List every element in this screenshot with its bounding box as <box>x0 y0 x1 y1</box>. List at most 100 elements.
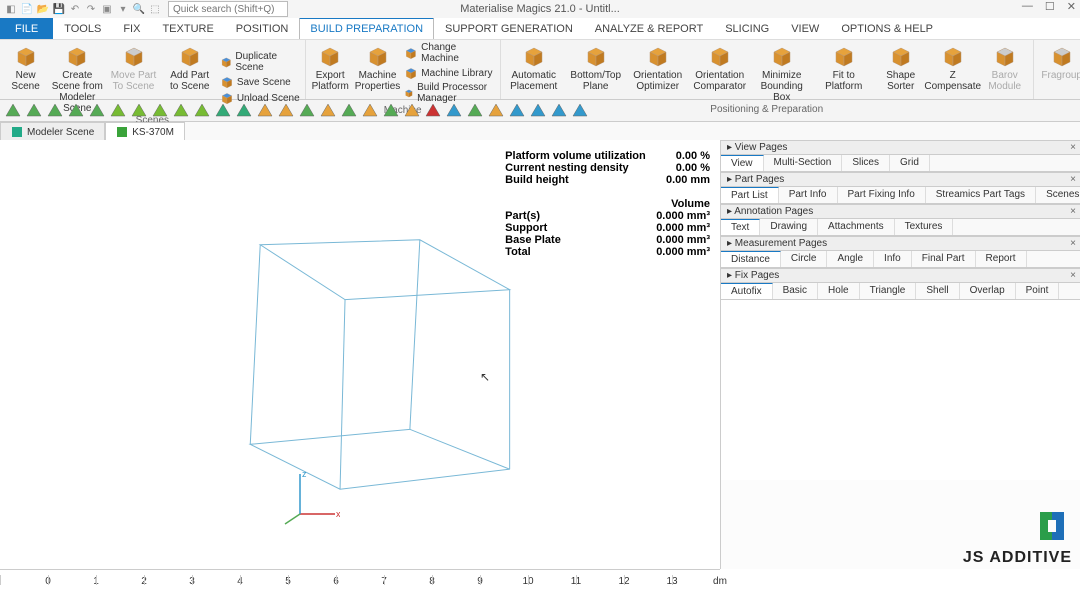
side-tab-part-info[interactable]: Part Info <box>779 187 838 203</box>
section-close-icon[interactable]: × <box>1070 238 1076 249</box>
toolbar-icon-24[interactable] <box>508 102 526 120</box>
menu-tab-slicing[interactable]: SLICING <box>714 18 780 39</box>
menu-tab-view[interactable]: VIEW <box>780 18 830 39</box>
orientation-optimizer-button[interactable]: OrientationOptimizer <box>629 42 687 103</box>
toolbar-icon-21[interactable] <box>445 102 463 120</box>
side-tab-textures[interactable]: Textures <box>895 219 954 235</box>
shape-sorter-button[interactable]: ShapeSorter <box>877 42 925 103</box>
side-tab-shell[interactable]: Shell <box>916 283 959 299</box>
toolbar-icon-17[interactable] <box>361 102 379 120</box>
quick-search-input[interactable] <box>168 1 288 17</box>
qa-redo-icon[interactable]: ↷ <box>84 2 98 16</box>
scene-tab-ks-370m[interactable]: KS-370M <box>105 122 185 141</box>
toolbar-icon-5[interactable] <box>109 102 127 120</box>
qa-save-icon[interactable]: 💾 <box>52 2 66 16</box>
side-tab-streamics-part-tags[interactable]: Streamics Part Tags <box>926 187 1036 203</box>
change-machine-button[interactable]: Change Machine <box>404 42 495 64</box>
toolbar-icon-9[interactable] <box>193 102 211 120</box>
toolbar-icon-25[interactable] <box>529 102 547 120</box>
z-compensate-button[interactable]: Z Compensate <box>929 42 977 103</box>
minimize-button[interactable]: — <box>1022 0 1033 13</box>
toolbar-icon-0[interactable] <box>4 102 22 120</box>
toolbar-icon-11[interactable] <box>235 102 253 120</box>
toolbar-icon-14[interactable] <box>298 102 316 120</box>
toolbar-icon-16[interactable] <box>340 102 358 120</box>
toolbar-icon-27[interactable] <box>571 102 589 120</box>
toolbar-icon-18[interactable] <box>382 102 400 120</box>
side-tab-basic[interactable]: Basic <box>773 283 818 299</box>
side-tab-part-fixing-info[interactable]: Part Fixing Info <box>838 187 926 203</box>
qa-cube-icon[interactable]: ▣ <box>100 2 114 16</box>
save-scene-button[interactable]: Save Scene <box>220 75 301 89</box>
section-close-icon[interactable]: × <box>1070 174 1076 185</box>
qa-more-icon[interactable]: ▾ <box>116 2 130 16</box>
qa-new-icon[interactable]: 📄 <box>20 2 34 16</box>
qa-open-icon[interactable]: 📂 <box>36 2 50 16</box>
export-platform-button[interactable]: ExportPlatform <box>310 42 351 104</box>
toolbar-icon-19[interactable] <box>403 102 421 120</box>
toolbar-icon-8[interactable] <box>172 102 190 120</box>
side-section-2-header[interactable]: ▸ Annotation Pages× <box>721 204 1080 219</box>
duplicate-scene-button[interactable]: Duplicate Scene <box>220 51 301 73</box>
toolbar-icon-13[interactable] <box>277 102 295 120</box>
toolbar-icon-3[interactable] <box>67 102 85 120</box>
side-tab-autofix[interactable]: Autofix <box>721 283 773 299</box>
toolbar-icon-6[interactable] <box>130 102 148 120</box>
machine-properties-button[interactable]: MachineProperties <box>355 42 401 104</box>
side-section-3-header[interactable]: ▸ Measurement Pages× <box>721 236 1080 251</box>
side-section-4-header[interactable]: ▸ Fix Pages× <box>721 268 1080 283</box>
section-close-icon[interactable]: × <box>1070 270 1076 281</box>
side-tab-angle[interactable]: Angle <box>827 251 874 267</box>
menu-tab-analyze-report[interactable]: ANALYZE & REPORT <box>584 18 714 39</box>
minimize-bbox-button[interactable]: MinimizeBounding Box <box>753 42 811 103</box>
menu-tab-file[interactable]: FILE <box>0 18 53 39</box>
side-tab-distance[interactable]: Distance <box>721 251 781 267</box>
qa-icon[interactable]: ◧ <box>4 2 18 16</box>
menu-tab-options-help[interactable]: OPTIONS & HELP <box>830 18 944 39</box>
side-tab-circle[interactable]: Circle <box>781 251 828 267</box>
side-tab-point[interactable]: Point <box>1016 283 1060 299</box>
toolbar-icon-7[interactable] <box>151 102 169 120</box>
toolbar-icon-23[interactable] <box>487 102 505 120</box>
fit-platform-button[interactable]: Fit toPlatform <box>815 42 873 103</box>
side-tab-slices[interactable]: Slices <box>842 155 890 171</box>
scene-tab-modeler-scene[interactable]: Modeler Scene <box>0 122 105 141</box>
side-section-1-header[interactable]: ▸ Part Pages× <box>721 172 1080 187</box>
toolbar-icon-1[interactable] <box>25 102 43 120</box>
maximize-button[interactable]: ☐ <box>1045 0 1055 13</box>
side-tab-scenes[interactable]: Scenes <box>1036 187 1080 203</box>
side-section-0-header[interactable]: ▸ View Pages× <box>721 140 1080 155</box>
menu-tab-build-preparation[interactable]: BUILD PREPARATION <box>299 17 434 39</box>
side-tab-view[interactable]: View <box>721 155 764 171</box>
side-tab-hole[interactable]: Hole <box>818 283 860 299</box>
side-tab-grid[interactable]: Grid <box>890 155 930 171</box>
machine-library-button[interactable]: Machine Library <box>404 66 495 80</box>
auto-placement-button[interactable]: AutomaticPlacement <box>505 42 563 103</box>
qa-extra-icon[interactable]: ⬚ <box>148 2 162 16</box>
side-tab-multi-section[interactable]: Multi-Section <box>764 155 843 171</box>
toolbar-icon-12[interactable] <box>256 102 274 120</box>
side-tab-overlap[interactable]: Overlap <box>960 283 1016 299</box>
side-tab-attachments[interactable]: Attachments <box>818 219 895 235</box>
toolbar-icon-4[interactable] <box>88 102 106 120</box>
section-close-icon[interactable]: × <box>1070 142 1076 153</box>
toolbar-icon-2[interactable] <box>46 102 64 120</box>
side-tab-triangle[interactable]: Triangle <box>860 283 917 299</box>
side-tab-final-part[interactable]: Final Part <box>912 251 976 267</box>
toolbar-icon-15[interactable] <box>319 102 337 120</box>
side-tab-text[interactable]: Text <box>721 219 760 235</box>
menu-tab-position[interactable]: POSITION <box>225 18 300 39</box>
qa-search-icon[interactable]: 🔍 <box>132 2 146 16</box>
close-button[interactable]: ✕ <box>1067 0 1076 13</box>
toolbar-icon-22[interactable] <box>466 102 484 120</box>
side-tab-part-list[interactable]: Part List <box>721 187 779 203</box>
menu-tab-support-generation[interactable]: SUPPORT GENERATION <box>434 18 584 39</box>
bottom-top-button[interactable]: Bottom/TopPlane <box>567 42 625 103</box>
qa-undo-icon[interactable]: ↶ <box>68 2 82 16</box>
toolbar-icon-26[interactable] <box>550 102 568 120</box>
side-tab-info[interactable]: Info <box>874 251 912 267</box>
side-tab-drawing[interactable]: Drawing <box>760 219 818 235</box>
section-close-icon[interactable]: × <box>1070 206 1076 217</box>
side-tab-report[interactable]: Report <box>976 251 1027 267</box>
toolbar-icon-20[interactable] <box>424 102 442 120</box>
